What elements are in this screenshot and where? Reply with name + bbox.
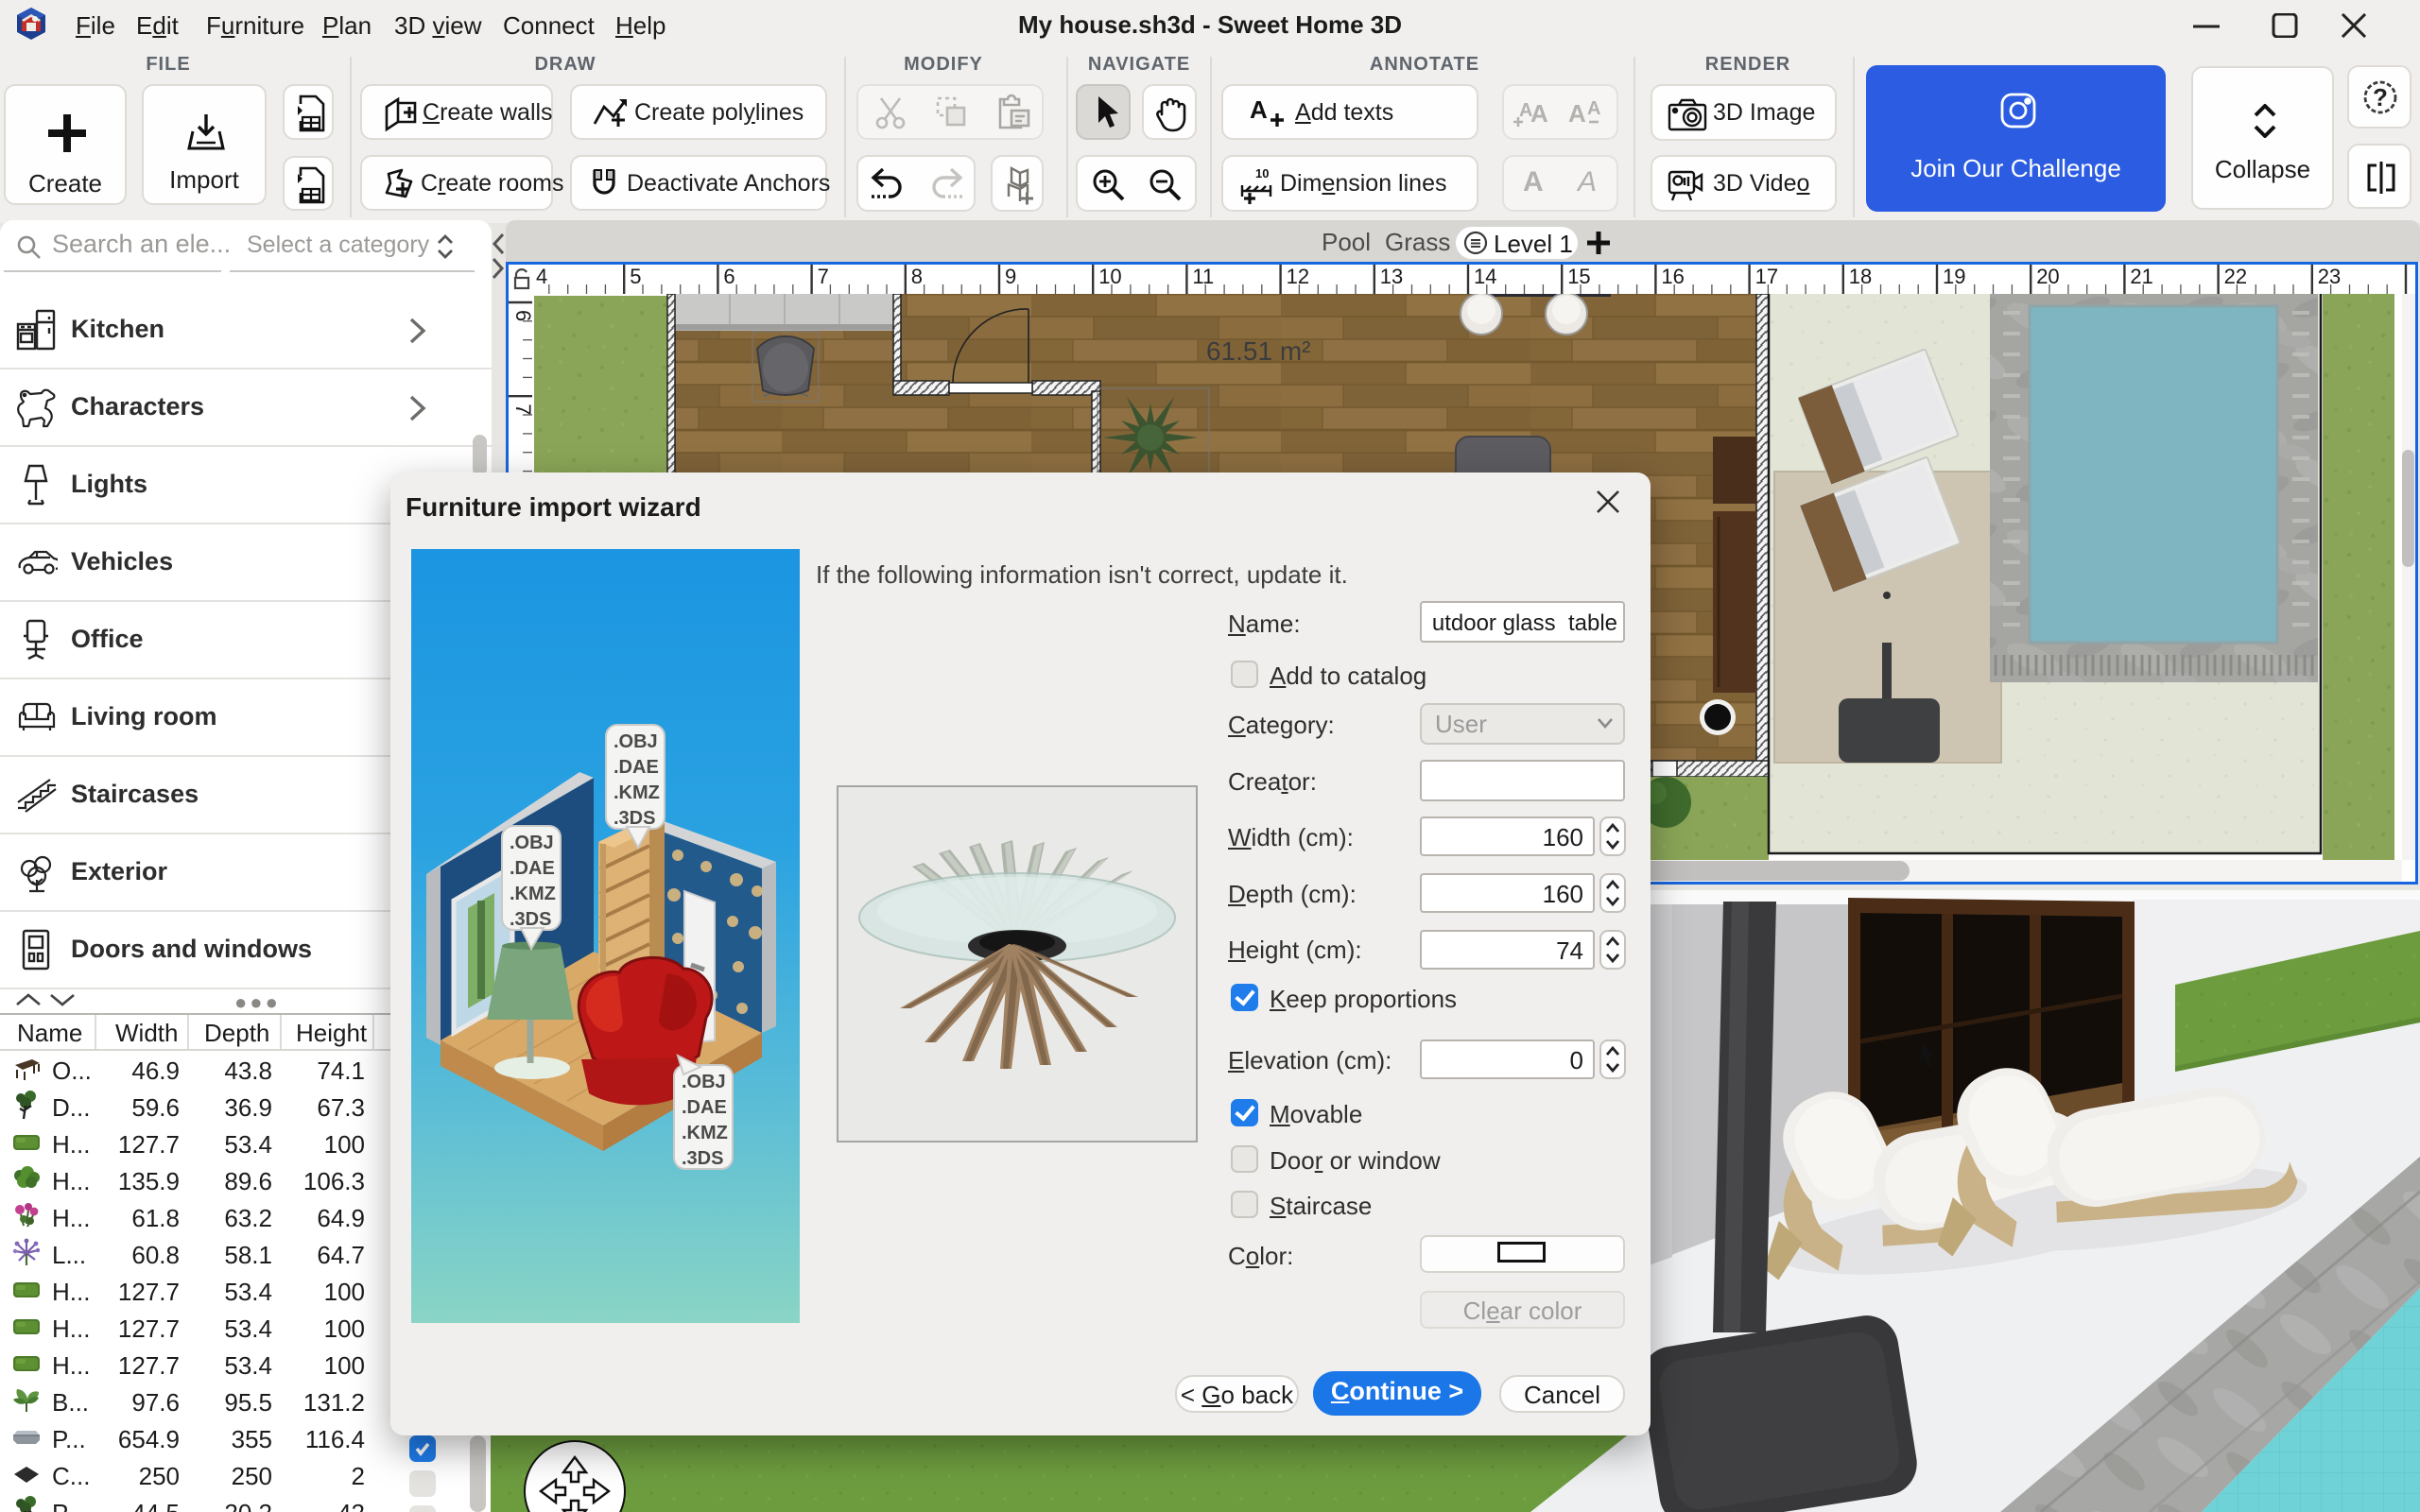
svg-text:.OBJ: .OBJ bbox=[510, 833, 554, 853]
svg-text:16: 16 bbox=[1661, 265, 1684, 288]
svg-text:18: 18 bbox=[1849, 265, 1872, 288]
svg-text:?: ? bbox=[2373, 83, 2388, 112]
svg-text:.DAE: .DAE bbox=[510, 858, 555, 879]
svg-text:A: A bbox=[1530, 99, 1548, 128]
svg-text:4: 4 bbox=[536, 265, 547, 288]
svg-text:.3DS: .3DS bbox=[682, 1148, 723, 1169]
svg-text:.OBJ: .OBJ bbox=[682, 1072, 726, 1092]
svg-text:9: 9 bbox=[1005, 265, 1016, 288]
svg-text:6: 6 bbox=[723, 265, 735, 288]
svg-text:.OBJ: .OBJ bbox=[614, 731, 658, 752]
svg-text:.3DS: .3DS bbox=[614, 808, 655, 829]
svg-text:22: 22 bbox=[2224, 265, 2247, 288]
svg-text:6: 6 bbox=[511, 310, 532, 321]
svg-text:.KMZ: .KMZ bbox=[614, 782, 660, 803]
svg-text:A: A bbox=[1568, 99, 1586, 128]
svg-text:A: A bbox=[1587, 98, 1600, 119]
svg-text:.KMZ: .KMZ bbox=[682, 1123, 728, 1143]
svg-text:.3DS: .3DS bbox=[510, 909, 551, 930]
svg-text:21: 21 bbox=[2130, 265, 2152, 288]
svg-text:15: 15 bbox=[1567, 265, 1590, 288]
svg-text:14: 14 bbox=[1474, 265, 1496, 288]
svg-text:.KMZ: .KMZ bbox=[510, 884, 556, 904]
svg-text:23: 23 bbox=[2318, 265, 2341, 288]
svg-text:13: 13 bbox=[1380, 265, 1403, 288]
svg-text:20: 20 bbox=[2036, 265, 2059, 288]
svg-text:17: 17 bbox=[1755, 265, 1778, 288]
svg-text:.DAE: .DAE bbox=[614, 757, 659, 778]
svg-text:5: 5 bbox=[630, 265, 641, 288]
svg-text:19: 19 bbox=[1943, 265, 1965, 288]
svg-text:.DAE: .DAE bbox=[682, 1097, 727, 1118]
svg-text:10: 10 bbox=[1255, 166, 1269, 180]
svg-text:7: 7 bbox=[818, 265, 829, 288]
svg-text:10: 10 bbox=[1098, 265, 1121, 288]
svg-text:12: 12 bbox=[1287, 265, 1309, 288]
svg-text:7: 7 bbox=[511, 404, 532, 415]
svg-text:61.51 m²: 61.51 m² bbox=[1206, 336, 1311, 366]
svg-text:A: A bbox=[1250, 95, 1268, 124]
svg-text:11: 11 bbox=[1192, 265, 1214, 288]
svg-text:8: 8 bbox=[911, 265, 923, 288]
